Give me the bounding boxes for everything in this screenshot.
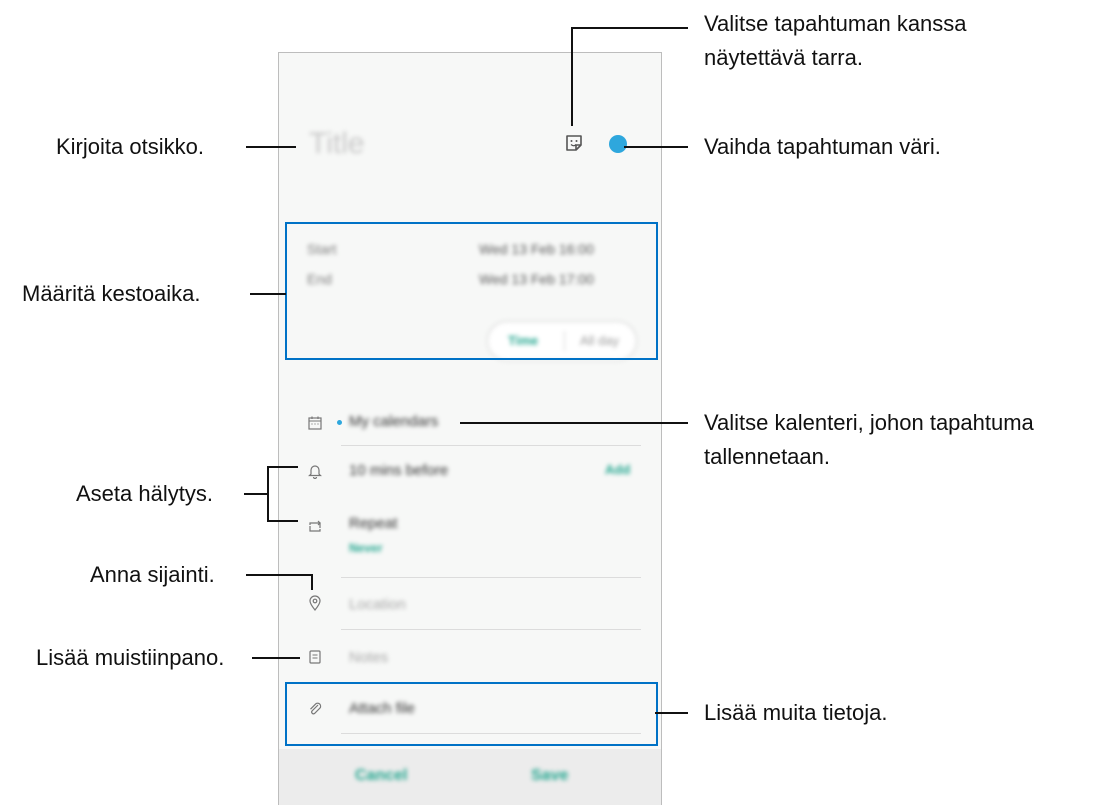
callout-title: Kirjoita otsikko. — [56, 134, 204, 159]
callout-notes: Lisää muistiinpano. — [36, 645, 225, 670]
callout-sticker-line2: näytettävä tarra. — [704, 45, 863, 70]
callout-alarm: Aseta hälytys. — [76, 481, 213, 506]
callout-color: Vaihda tapahtuman väri. — [704, 134, 941, 159]
callout-location: Anna sijainti. — [90, 562, 215, 587]
callout-more: Lisää muita tietoja. — [704, 700, 888, 725]
callout-calendar-line2: tallennetaan. — [704, 444, 830, 469]
callout-lines — [244, 27, 688, 714]
callout-sticker-line1: Valitse tapahtuman kanssa — [704, 11, 967, 36]
callout-duration: Määritä kestoaika. — [22, 281, 201, 306]
callout-calendar-line1: Valitse kalenteri, johon tapahtuma — [704, 410, 1034, 435]
